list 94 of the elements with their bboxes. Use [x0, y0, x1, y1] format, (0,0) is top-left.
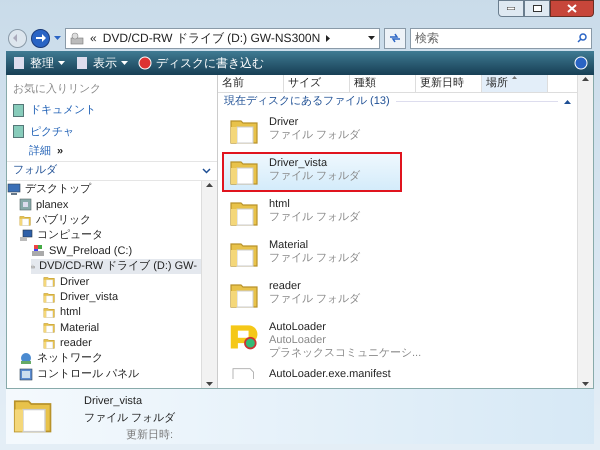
favorite-link[interactable]: ピクチャ	[13, 124, 211, 140]
more-link[interactable]: 詳細	[29, 143, 51, 160]
toolbar-item-icon	[12, 56, 26, 70]
favorites-heading: お気に入りリンク	[13, 82, 102, 97]
maximize-icon	[532, 5, 542, 12]
caret-icon	[121, 60, 128, 65]
drive-icon	[31, 244, 45, 258]
caret-icon	[58, 60, 65, 65]
file-detail: AutoLoader	[269, 334, 327, 346]
file-name: html	[269, 198, 291, 211]
file-name: AutoLoader	[269, 320, 327, 334]
toolbar-item-icon	[75, 56, 89, 70]
file-item[interactable]: AutoLoader AutoLoader プラネックスコミュニケーシ...	[222, 316, 428, 364]
file-name: Driver	[269, 116, 300, 129]
folders-header[interactable]: フォルダ	[7, 160, 217, 181]
control-panel-icon	[19, 368, 33, 381]
tree-item[interactable]: ネットワーク	[19, 351, 201, 366]
details-date-label: 更新日時:	[125, 428, 174, 444]
favorite-link[interactable]: ドキュメント	[13, 102, 211, 119]
file-detail: ファイル フォルダ	[269, 292, 360, 306]
file-detail: ファイル フォルダ	[269, 210, 360, 224]
file-item[interactable]: Driver ファイル フォルダ	[222, 110, 402, 151]
double-arrow-text: »	[57, 144, 64, 160]
tree-item[interactable]: html	[43, 304, 201, 320]
file-name: Driver_vista	[269, 156, 328, 170]
chevron-text[interactable]: «	[90, 29, 97, 48]
file-detail: ファイル フォルダ	[269, 252, 360, 265]
file-detail: プラネックスコミュニケーシ...	[269, 346, 422, 360]
file-name: reader	[269, 280, 302, 293]
file-item[interactable]: Driver_vista ファイル フォルダ	[222, 152, 402, 192]
file-item[interactable]: html ファイル フォルダ	[222, 192, 402, 233]
refresh-icon	[389, 33, 401, 44]
forward-arrow-icon	[36, 34, 46, 42]
close-icon	[567, 4, 577, 13]
toolbar-button[interactable]: 表示	[75, 54, 128, 72]
tree-item[interactable]: コンピュータ	[19, 228, 201, 244]
refresh-button[interactable]	[384, 28, 406, 49]
maximize-button[interactable]	[524, 0, 550, 17]
minimize-button[interactable]	[498, 0, 524, 17]
monitor-icon	[7, 182, 21, 196]
dropdown-arrow-icon[interactable]	[368, 36, 375, 40]
tree-item[interactable]: Material	[43, 320, 201, 336]
folder-icon	[43, 336, 56, 350]
tree-item[interactable]: DVD/CD-RW ドライブ (D:) GW-	[31, 258, 201, 274]
file-item[interactable]: Material ファイル フォルダ	[222, 234, 402, 274]
collapse-icon[interactable]	[564, 100, 571, 104]
file-detail: ファイル フォルダ	[269, 170, 360, 183]
folder-icon	[43, 306, 56, 320]
details-type: ファイル フォルダ	[84, 411, 176, 426]
folder-icon	[43, 290, 56, 304]
file-name: Material	[269, 238, 310, 252]
forward-button[interactable]	[31, 28, 50, 48]
tree-item[interactable]: SW_Preload (C:)	[31, 243, 201, 259]
column-header[interactable]: 場所	[482, 74, 548, 92]
sort-arrow-icon	[512, 76, 517, 79]
close-button[interactable]	[550, 0, 594, 17]
column-header[interactable]: サイズ	[284, 74, 350, 92]
tree-item[interactable]: パブリック	[19, 212, 201, 228]
file-item[interactable]: reader ファイル フォルダ	[222, 274, 402, 315]
scroll-up-icon[interactable]	[206, 182, 213, 187]
minimize-icon	[507, 7, 515, 10]
address-field[interactable]: « DVD/CD-RW ドライブ (D:) GW-NS300N	[65, 28, 380, 49]
disc-icon	[138, 56, 152, 70]
tree-item[interactable]: Driver_vista	[43, 289, 201, 305]
tree-item[interactable]: planex	[19, 197, 201, 212]
column-header[interactable]: 名前	[218, 74, 284, 92]
details-name: Driver_vista	[84, 394, 144, 410]
computer-icon	[19, 229, 33, 242]
chevron-down-icon	[202, 168, 211, 174]
toolbar-button[interactable]: ディスクに書き込む	[138, 54, 264, 72]
column-header[interactable]: 種類	[350, 74, 416, 92]
disc-drive-icon	[70, 32, 84, 45]
scrollbar[interactable]	[201, 180, 217, 388]
document-icon	[13, 104, 24, 117]
file-detail: ファイル フォルダ	[269, 128, 360, 142]
tree-item[interactable]: コントロール パネル	[19, 366, 201, 382]
search-field[interactable]: 検索	[410, 28, 592, 49]
scrollbar[interactable]	[577, 74, 593, 388]
network-icon	[19, 352, 33, 366]
search-icon	[577, 32, 587, 43]
folder-icon	[19, 214, 32, 227]
toolbar-button[interactable]: 整理	[12, 54, 65, 72]
file-item[interactable]: AutoLoader.exe.manifest	[222, 364, 402, 383]
tree-item[interactable]: デスクトップ	[7, 182, 201, 198]
group-heading: 現在ディスクにあるファイル (13)	[224, 94, 390, 110]
user-icon	[19, 198, 32, 212]
folder-icon	[43, 275, 56, 288]
folder-icon	[43, 321, 56, 334]
file-name: AutoLoader.exe.manifest	[269, 368, 391, 381]
caret-icon	[326, 34, 330, 42]
document-icon	[13, 125, 24, 138]
tree-item[interactable]: Driver	[43, 274, 201, 290]
tree-item[interactable]: reader	[43, 336, 201, 352]
address-path: DVD/CD-RW ドライブ (D:) GW-NS300N	[102, 30, 320, 48]
